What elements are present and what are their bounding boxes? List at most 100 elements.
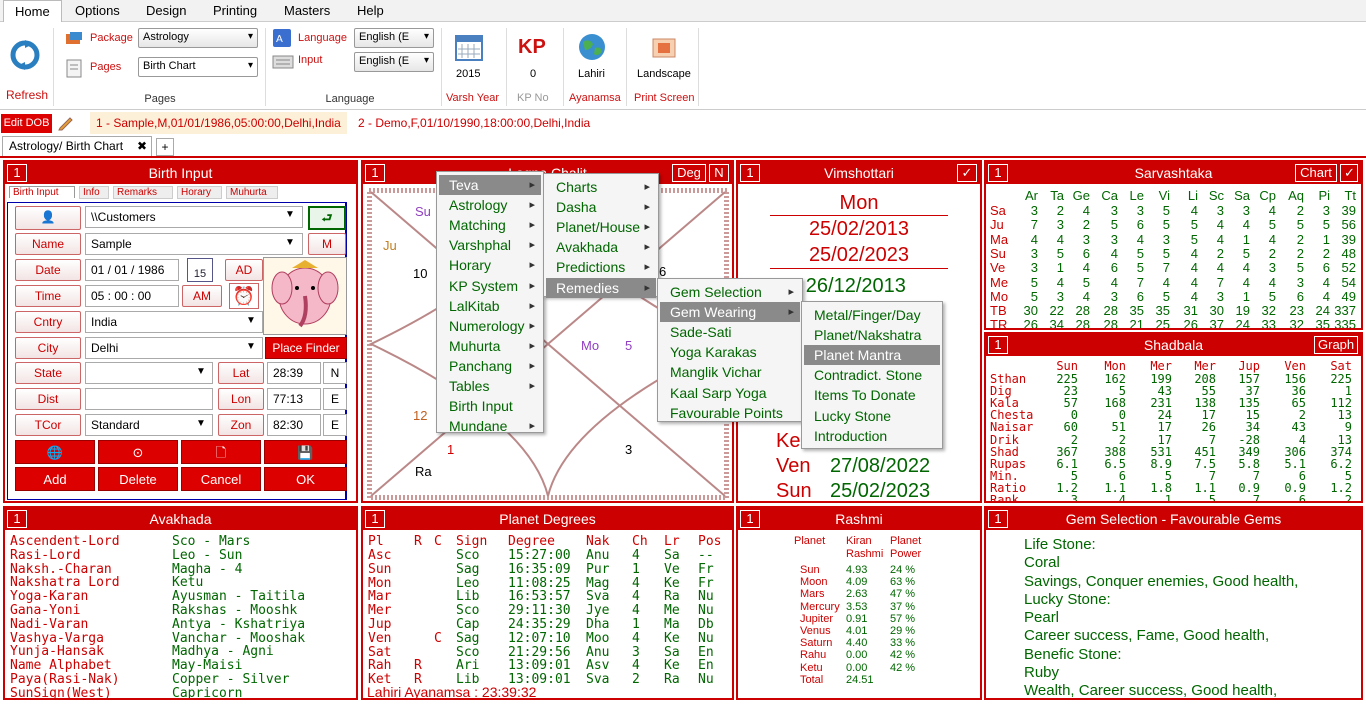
menu-printing[interactable]: Printing <box>213 3 257 18</box>
menu-item-sade-sati[interactable]: Sade-Sati <box>660 322 800 342</box>
new-document-button[interactable]: 🗋 <box>181 440 261 464</box>
calendar-icon[interactable] <box>454 32 484 62</box>
zone-label-button[interactable]: Zon <box>218 414 264 436</box>
menu-options[interactable]: Options <box>75 3 120 18</box>
district-field[interactable] <box>85 388 213 410</box>
menu-item-avakhada[interactable]: Avakhada <box>546 237 656 257</box>
date-field[interactable]: 01 / 01 / 1986 <box>85 259 179 281</box>
menu-item-contradict-stone[interactable]: Contradict. Stone <box>804 365 940 385</box>
ayanamsa-value[interactable]: Lahiri <box>578 68 605 80</box>
state-field[interactable] <box>85 362 213 384</box>
target-button[interactable]: ⊙ <box>98 440 178 464</box>
menu-item-planet-nakshatra[interactable]: Planet/Nakshatra <box>804 325 940 345</box>
panel-number[interactable]: 1 <box>740 510 760 528</box>
globe-button[interactable]: 🌐 <box>15 440 95 464</box>
chevron-down-icon[interactable]: ▼ <box>246 315 256 326</box>
lon-label-button[interactable]: Lon <box>218 388 264 410</box>
chevron-down-icon[interactable]: ▼ <box>285 237 295 248</box>
chart-button[interactable]: Chart <box>1295 164 1337 182</box>
menu-item-lucky-stone[interactable]: Lucky Stone <box>804 406 940 426</box>
save-button[interactable]: 💾 <box>264 440 347 464</box>
menu-item-varshphal[interactable]: Varshphal <box>439 235 541 255</box>
menu-item-favourable-points[interactable]: Favourable Points <box>660 403 800 423</box>
subtab-horary[interactable]: Horary <box>177 186 222 199</box>
lon-direction[interactable]: E <box>323 388 347 410</box>
panel-number[interactable]: 1 <box>988 164 1008 182</box>
panel-number[interactable]: 1 <box>988 336 1008 354</box>
profile-tab-1[interactable]: 1 - Sample,M,01/01/1986,05:00:00,Delhi,I… <box>90 112 347 134</box>
menu-item-gem-wearing[interactable]: Gem Wearing <box>660 302 800 323</box>
menu-home[interactable]: Home <box>3 0 62 23</box>
refresh-icon[interactable] <box>8 38 42 72</box>
menu-item-birth-input[interactable]: Birth Input <box>439 396 541 416</box>
menu-item-yoga-karakas[interactable]: Yoga Karakas <box>660 342 800 362</box>
print-icon[interactable] <box>650 34 678 62</box>
panel-number[interactable]: 1 <box>740 164 760 182</box>
tab-birth-chart[interactable]: Astrology/ Birth Chart ✖ <box>2 136 152 156</box>
subtab-birth-input[interactable]: Birth Input <box>9 186 75 198</box>
subtab-info[interactable]: Info <box>79 186 109 199</box>
north-style-button[interactable]: N <box>709 164 729 182</box>
check-icon[interactable]: ✓ <box>1340 164 1358 182</box>
time-correction-field[interactable]: Standard <box>85 414 213 436</box>
menu-item-remedies[interactable]: Remedies <box>546 277 656 298</box>
kp-no-value[interactable]: 0 <box>530 68 536 80</box>
graph-button[interactable]: Graph <box>1314 336 1358 354</box>
menu-item-planet-house[interactable]: Planet/House <box>546 217 656 237</box>
time-label-button[interactable]: Time <box>15 285 81 307</box>
longitude-field[interactable]: 77:13 <box>267 388 321 410</box>
degree-button[interactable]: Deg <box>672 164 706 182</box>
ampm-button[interactable]: AM <box>182 285 222 307</box>
check-icon[interactable]: ✓ <box>957 164 977 182</box>
menu-item-numerology[interactable]: Numerology <box>439 316 541 336</box>
menu-item-horary[interactable]: Horary <box>439 255 541 275</box>
alarm-icon[interactable]: ⏰ <box>229 283 259 309</box>
print-orientation-value[interactable]: Landscape <box>637 68 691 80</box>
menu-item-charts[interactable]: Charts <box>546 177 656 197</box>
chevron-down-icon[interactable]: ▼ <box>285 209 295 220</box>
menu-item-manglik-vichar[interactable]: Manglik Vichar <box>660 362 800 382</box>
subtab-remarks[interactable]: Remarks <box>113 186 173 199</box>
profile-tab-2[interactable]: 2 - Demo,F,01/10/1990,18:00:00,Delhi,Ind… <box>352 112 596 134</box>
menu-item-dasha[interactable]: Dasha <box>546 197 656 217</box>
menu-item-mundane[interactable]: Mundane <box>439 416 541 436</box>
latitude-field[interactable]: 28:39 <box>267 362 321 384</box>
menu-item-kaal-sarp-yoga[interactable]: Kaal Sarp Yoga <box>660 383 800 403</box>
delete-button[interactable]: Delete <box>98 467 178 491</box>
name-label-button[interactable]: Name <box>15 233 81 255</box>
add-tab-button[interactable]: + <box>156 138 174 156</box>
globe-icon[interactable] <box>577 32 607 62</box>
lat-direction[interactable]: N <box>323 362 347 384</box>
zone-direction[interactable]: E <box>323 414 347 436</box>
date-label-button[interactable]: Date <box>15 259 81 281</box>
pages-select[interactable]: Birth Chart <box>138 57 258 77</box>
pencil-icon[interactable] <box>57 115 75 131</box>
time-field[interactable]: 05 : 00 : 00 <box>85 285 179 307</box>
ok-button[interactable]: OK <box>264 467 347 491</box>
kp-icon[interactable]: KP <box>518 36 546 59</box>
district-label-button[interactable]: Dist <box>15 388 81 410</box>
country-label-button[interactable]: Cntry <box>15 311 81 333</box>
input-select[interactable]: English (E <box>354 52 434 72</box>
menu-item-lalkitab[interactable]: LalKitab <box>439 296 541 316</box>
panel-number[interactable]: 1 <box>365 510 385 528</box>
menu-item-introduction[interactable]: Introduction <box>804 426 940 446</box>
menu-item-matching[interactable]: Matching <box>439 215 541 235</box>
city-field[interactable]: Delhi <box>85 337 263 359</box>
zone-field[interactable]: 82:30 <box>267 414 321 436</box>
refresh-label[interactable]: Refresh <box>6 88 48 102</box>
edit-dob-button[interactable]: Edit DOB <box>1 114 52 133</box>
panel-number[interactable]: 1 <box>988 510 1008 528</box>
add-button[interactable]: Add <box>15 467 95 491</box>
tcor-label-button[interactable]: TCor <box>15 414 81 436</box>
menu-item-metal-finger-day[interactable]: Metal/Finger/Day <box>804 305 940 325</box>
close-icon[interactable]: ✖ <box>137 137 147 155</box>
menu-help[interactable]: Help <box>357 3 384 18</box>
calendar-picker-icon[interactable]: 15 <box>187 258 213 282</box>
menu-item-astrology[interactable]: Astrology <box>439 195 541 215</box>
chevron-down-icon[interactable]: ▼ <box>196 418 206 429</box>
menu-item-gem-selection[interactable]: Gem Selection <box>660 282 800 302</box>
menu-item-predictions[interactable]: Predictions <box>546 257 656 277</box>
gender-button[interactable]: M <box>308 233 346 255</box>
cancel-button[interactable]: Cancel <box>181 467 261 491</box>
